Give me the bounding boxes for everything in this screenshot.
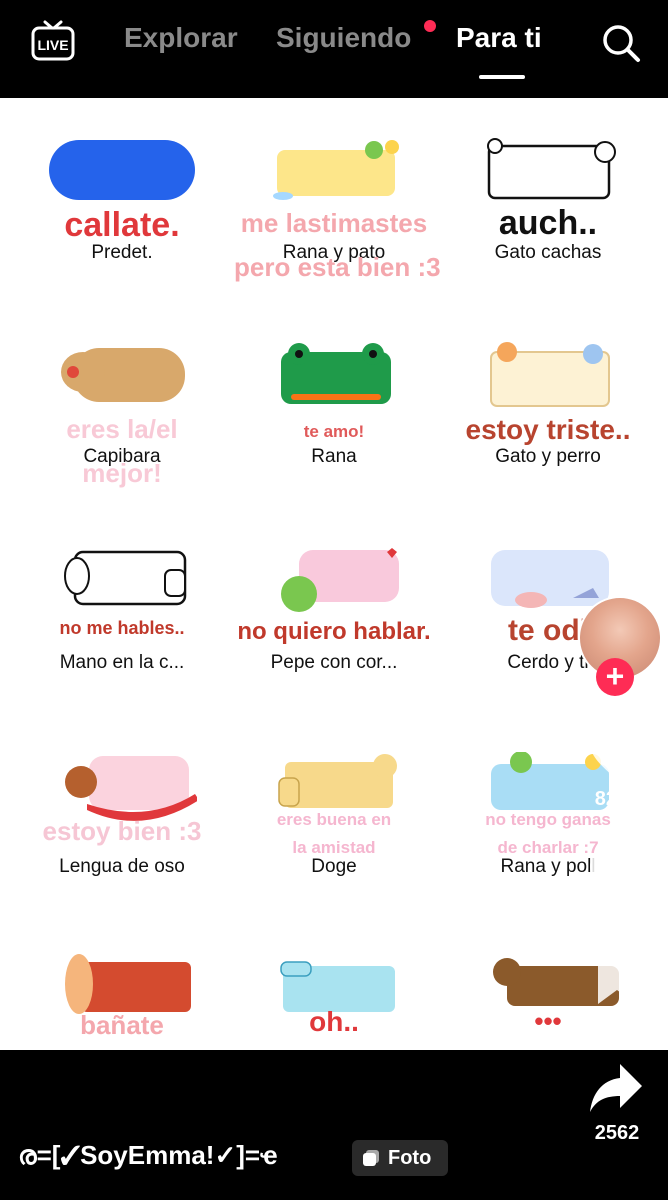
heart-icon[interactable]: [588, 728, 648, 782]
notification-dot: [424, 20, 436, 32]
live-label: LIVE: [37, 37, 68, 53]
photo-stack-icon: [363, 1150, 379, 1166]
overlay-text: estoy triste..: [465, 414, 631, 445]
foto-label: Foto: [388, 1147, 432, 1169]
sticker-grid: callate. Predet. me lastimastes Rana y p…: [0, 98, 668, 1050]
search-icon[interactable]: [600, 22, 642, 64]
overlay-text: eres la/el: [66, 414, 178, 444]
item-caption: Rana: [311, 446, 357, 467]
item-caption: Gato y perro: [495, 446, 601, 467]
capybara-bubble: [61, 348, 185, 402]
bookmark-icon[interactable]: [594, 952, 640, 1006]
item-caption: Mano en la c...: [59, 652, 185, 673]
grid-item-cocodrilo[interactable]: oh..: [234, 954, 434, 1050]
tab-para-ti[interactable]: Para ti: [456, 22, 542, 54]
overlay-text-2: mejor!: [82, 458, 162, 488]
frog-duck-bubble: [273, 140, 399, 200]
overlay-text: oh..: [309, 1006, 359, 1037]
likes-count: 8218: [594, 788, 640, 810]
grid-item-banate[interactable]: bañate: [22, 954, 222, 1050]
overlay-text: no quiero hablar.: [237, 618, 431, 645]
active-tab-indicator: [479, 75, 525, 79]
overlay-text: eres buena en: [276, 810, 392, 829]
overlay-text: auch..: [498, 204, 598, 242]
grid-item-predet[interactable]: callate. Predet.: [22, 138, 222, 318]
item-caption: Gato cachas: [494, 242, 602, 263]
grid-item-rana-y-pato[interactable]: me lastimastes Rana y pato pero esta bie…: [234, 138, 441, 318]
tab-siguiendo[interactable]: Siguiendo: [276, 22, 411, 54]
overlay-text: no me hables..: [59, 618, 185, 638]
frog-bubble: [281, 343, 391, 404]
overlay-text: estoy bien :3: [42, 816, 202, 846]
grid-item-pepe-con-corazon[interactable]: no quiero hablar. Pepe con cor...: [234, 548, 434, 728]
item-caption: Lengua de oso: [59, 856, 185, 877]
top-nav-bar: LIVE Explorar Siguiendo Para ti: [0, 0, 668, 98]
bottom-info-bar: [0, 1050, 668, 1200]
overlay-text: me lastimastes: [240, 208, 428, 238]
share-icon[interactable]: [588, 1062, 644, 1114]
grid-item-doge[interactable]: eres buena en Doge la amistad: [234, 752, 434, 932]
saves-count: 873: [600, 1012, 634, 1034]
cat-dog-bubble: [490, 342, 610, 407]
grid-item-mano-en-la-cara[interactable]: no me hables.. Mano en la c...: [22, 548, 222, 728]
grid-item-capibara[interactable]: eres la/el Capibara mejor!: [22, 342, 222, 522]
grid-item-rana[interactable]: te amo! Rana: [234, 342, 434, 522]
hand-face-bubble: [64, 550, 187, 606]
grid-item-lengua-de-oso[interactable]: estoy bien :3 Lengua de oso: [22, 752, 222, 932]
shares-count: 2562: [594, 1122, 640, 1144]
follow-plus-icon[interactable]: +: [596, 658, 634, 696]
item-caption: Predet.: [91, 242, 153, 263]
live-tv-icon[interactable]: LIVE: [30, 20, 76, 62]
comment-icon[interactable]: [588, 842, 646, 896]
overlay-text: callate.: [64, 206, 180, 244]
item-caption: Doge: [311, 856, 357, 877]
overlay-text-2: pero esta bien :3: [234, 252, 441, 282]
username[interactable]: ര=[✓SoyEmma!✓]=ҽ: [18, 1140, 278, 1172]
overlay-text: bañate: [80, 1010, 164, 1040]
comments-count: 192: [600, 898, 634, 920]
overlay-text-2: la amistad: [292, 838, 376, 857]
item-caption: Pepe con cor...: [270, 652, 398, 673]
grid-item-gato-y-perro[interactable]: estoy triste.. Gato y perro: [448, 342, 648, 522]
overlay-text: te amo!: [303, 422, 365, 441]
pepe-heart-bubble: [281, 548, 399, 612]
tab-explorar[interactable]: Explorar: [124, 22, 238, 54]
grid-item-gato-cachas[interactable]: auch.. Gato cachas: [448, 138, 648, 318]
foto-badge[interactable]: Foto: [352, 1140, 448, 1176]
overlay-text: no tengo ganas: [485, 810, 611, 829]
